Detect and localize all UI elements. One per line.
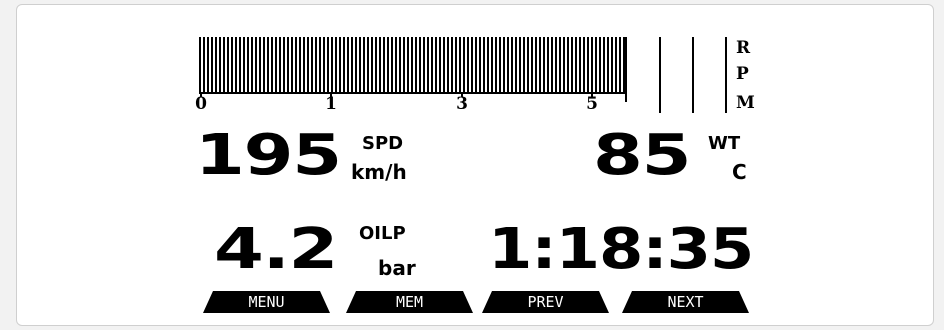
rpm-unit-m: M [736, 93, 755, 113]
menu-softkey[interactable]: MENU [203, 291, 330, 313]
rpm-bar-graph [199, 37, 727, 113]
speed-label: SPD [362, 133, 404, 154]
rpm-scale-3: 3 [456, 94, 468, 114]
next-softkey[interactable]: NEXT [622, 291, 749, 313]
rpm-scale-5: 5 [586, 94, 598, 114]
oil-pressure-unit: bar [378, 256, 416, 280]
prev-softkey[interactable]: PREV [482, 291, 609, 313]
lap-time-value: 1:18:35 [488, 217, 754, 282]
mem-softkey[interactable]: MEM [346, 291, 473, 313]
speed-value: 195 [195, 123, 342, 188]
rpm-unit-p: P [736, 64, 749, 84]
rpm-scale-1: 1 [325, 94, 337, 114]
rpm-scale-0: 0 [195, 94, 207, 114]
oil-pressure-label: OILP [359, 223, 406, 244]
rpm-unit-r: R [736, 38, 751, 58]
water-temp-unit: C [732, 160, 747, 184]
water-temp-label: WT [708, 133, 741, 154]
oil-pressure-value: 4.2 [214, 217, 338, 282]
speed-unit: km/h [351, 160, 407, 184]
water-temp-value: 85 [593, 123, 691, 188]
